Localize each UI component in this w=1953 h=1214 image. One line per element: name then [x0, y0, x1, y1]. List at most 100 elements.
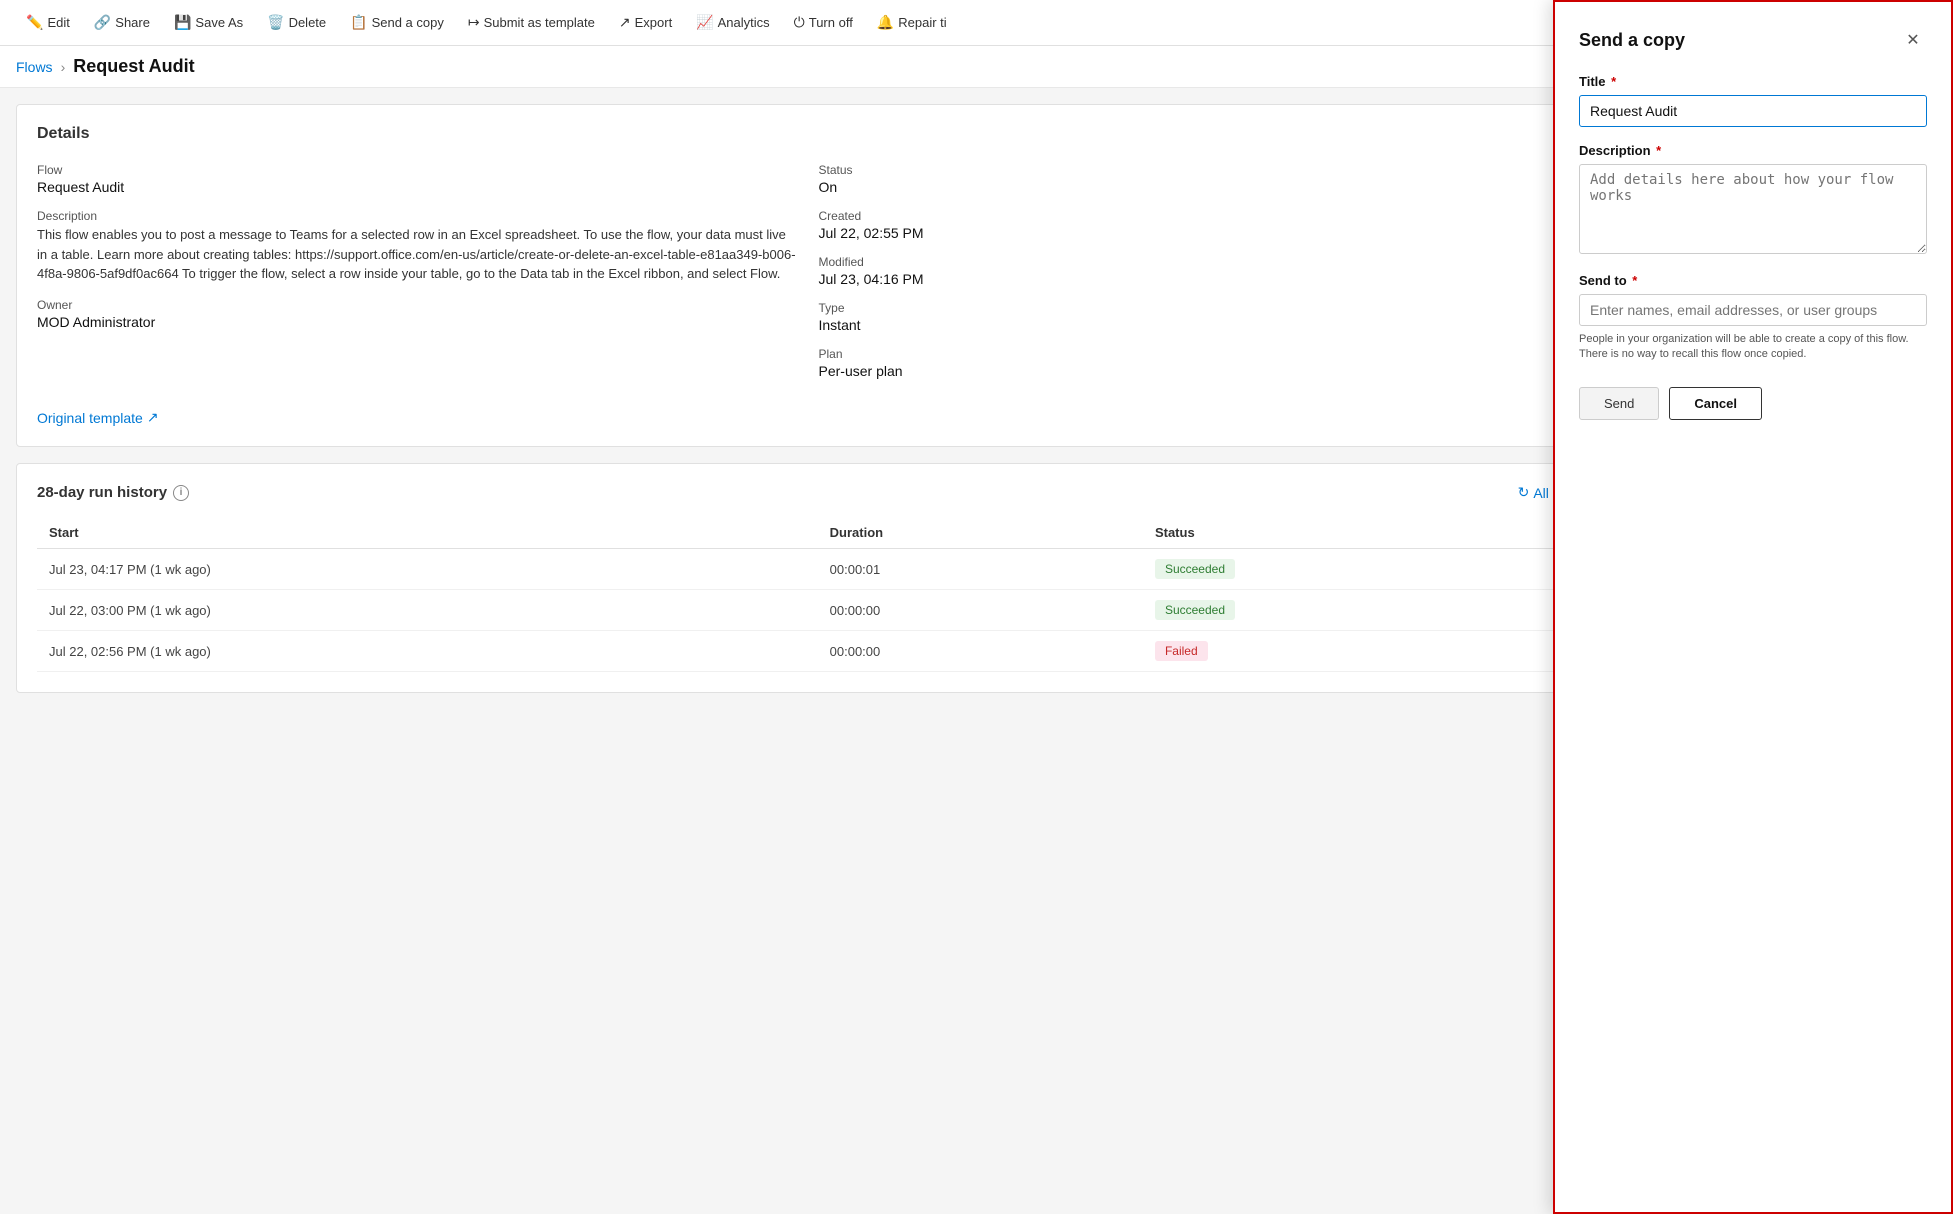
- toolbar-analytics[interactable]: 📈 Analytics: [686, 8, 779, 37]
- detail-owner-value: MOD Administrator: [37, 314, 799, 330]
- detail-modified-value: Jul 23, 04:16 PM: [819, 271, 1581, 287]
- run-history-body: Jul 23, 04:17 PM (1 wk ago)00:00:01Succe…: [37, 549, 1580, 672]
- detail-modified-label: Modified: [819, 255, 1581, 269]
- delete-icon: 🗑️: [267, 14, 284, 31]
- detail-owner-label: Owner: [37, 298, 799, 312]
- breadcrumb-current: Request Audit: [73, 56, 194, 77]
- cell-start: Jul 23, 04:17 PM (1 wk ago): [37, 549, 818, 590]
- analytics-icon: 📈: [696, 14, 713, 31]
- toolbar-analytics-label: Analytics: [718, 15, 770, 30]
- table-row: Jul 22, 03:00 PM (1 wk ago)00:00:00Succe…: [37, 590, 1580, 631]
- toolbar-export-label: Export: [635, 15, 673, 30]
- submit-template-icon: ↦: [468, 14, 480, 31]
- cancel-button[interactable]: Cancel: [1669, 387, 1762, 420]
- send-to-required-star: *: [1632, 273, 1637, 288]
- edit-icon: ✏️: [26, 14, 43, 31]
- panel-buttons: Send Cancel: [1579, 387, 1927, 420]
- send-to-form-group: Send to * People in your organization wi…: [1579, 273, 1927, 363]
- title-label-text: Title: [1579, 74, 1606, 89]
- run-history-header: 28-day run history i ↻ All runs: [37, 484, 1580, 501]
- detail-description: Description This flow enables you to pos…: [37, 209, 799, 284]
- details-card: Details Edit Flow Request Audit Descript…: [16, 104, 1601, 447]
- title-label: Title *: [1579, 74, 1927, 89]
- original-template-label: Original template: [37, 410, 143, 426]
- toolbar-share[interactable]: 🔗 Share: [84, 8, 160, 37]
- toolbar-export[interactable]: ↗ Export: [609, 8, 682, 37]
- description-label-text: Description: [1579, 143, 1651, 158]
- description-label: Description *: [1579, 143, 1927, 158]
- table-row: Jul 23, 04:17 PM (1 wk ago)00:00:01Succe…: [37, 549, 1580, 590]
- details-left-col: Flow Request Audit Description This flow…: [37, 163, 799, 393]
- title-input[interactable]: [1579, 95, 1927, 127]
- toolbar-repair-label: Repair ti: [898, 15, 946, 30]
- col-status: Status: [1143, 517, 1580, 549]
- detail-flow-value: Request Audit: [37, 179, 799, 195]
- detail-plan-label: Plan: [819, 347, 1581, 361]
- details-card-header: Details Edit: [37, 125, 1580, 143]
- detail-plan-value: Per-user plan: [819, 363, 1581, 379]
- breadcrumb-separator: ›: [61, 59, 66, 75]
- breadcrumb-parent[interactable]: Flows: [16, 59, 53, 75]
- detail-created-value: Jul 22, 02:55 PM: [819, 225, 1581, 241]
- toolbar-submit-template-label: Submit as template: [484, 15, 595, 30]
- run-history-table: Start Duration Status Jul 23, 04:17 PM (…: [37, 517, 1580, 672]
- detail-created-label: Created: [819, 209, 1581, 223]
- detail-status: Status On: [819, 163, 1581, 195]
- export-icon: ↗: [619, 14, 631, 31]
- detail-flow-label: Flow: [37, 163, 799, 177]
- toolbar-save-as-label: Save As: [195, 15, 243, 30]
- run-table-header: Start Duration Status: [37, 517, 1580, 549]
- description-textarea[interactable]: [1579, 164, 1927, 254]
- send-to-label: Send to *: [1579, 273, 1927, 288]
- send-to-hint: People in your organization will be able…: [1579, 332, 1927, 363]
- toolbar-share-label: Share: [115, 15, 150, 30]
- cell-duration: 00:00:00: [818, 590, 1143, 631]
- send-copy-icon: 📋: [350, 14, 367, 31]
- table-row: Jul 22, 02:56 PM (1 wk ago)00:00:00Faile…: [37, 631, 1580, 672]
- toolbar-edit[interactable]: ✏️ Edit: [16, 8, 80, 37]
- description-required-star: *: [1656, 143, 1661, 158]
- cell-status: Failed: [1143, 631, 1580, 672]
- cell-status: Succeeded: [1143, 549, 1580, 590]
- toolbar-delete-label: Delete: [289, 15, 327, 30]
- send-to-input[interactable]: [1579, 294, 1927, 326]
- cell-start: Jul 22, 02:56 PM (1 wk ago): [37, 631, 818, 672]
- external-link-icon: ↗: [147, 409, 159, 426]
- send-button[interactable]: Send: [1579, 387, 1659, 420]
- run-history-title: 28-day run history i: [37, 484, 189, 501]
- description-form-group: Description *: [1579, 143, 1927, 257]
- col-duration: Duration: [818, 517, 1143, 549]
- detail-type-value: Instant: [819, 317, 1581, 333]
- original-template-link[interactable]: Original template ↗: [37, 409, 1580, 426]
- status-badge: Succeeded: [1155, 559, 1235, 579]
- share-icon: 🔗: [94, 14, 111, 31]
- toolbar-send-copy[interactable]: 📋 Send a copy: [340, 8, 454, 37]
- send-to-label-text: Send to: [1579, 273, 1627, 288]
- detail-status-value: On: [819, 179, 1581, 195]
- toolbar-delete[interactable]: 🗑️ Delete: [257, 8, 336, 37]
- detail-owner: Owner MOD Administrator: [37, 298, 799, 330]
- run-history-title-text: 28-day run history: [37, 484, 167, 501]
- panel-title: Send a copy: [1579, 30, 1685, 51]
- detail-plan: Plan Per-user plan: [819, 347, 1581, 379]
- detail-description-label: Description: [37, 209, 799, 223]
- info-icon[interactable]: i: [173, 485, 189, 501]
- cell-status: Succeeded: [1143, 590, 1580, 631]
- detail-status-label: Status: [819, 163, 1581, 177]
- detail-flow: Flow Request Audit: [37, 163, 799, 195]
- details-grid: Flow Request Audit Description This flow…: [37, 163, 1580, 393]
- toolbar-send-copy-label: Send a copy: [372, 15, 444, 30]
- left-panel: Details Edit Flow Request Audit Descript…: [16, 104, 1601, 709]
- refresh-icon: ↻: [1518, 484, 1530, 501]
- toolbar-save-as[interactable]: 💾 Save As: [164, 8, 253, 37]
- detail-created: Created Jul 22, 02:55 PM: [819, 209, 1581, 241]
- title-required-star: *: [1611, 74, 1616, 89]
- close-button[interactable]: ✕: [1899, 26, 1927, 54]
- run-history-card: 28-day run history i ↻ All runs Start Du…: [16, 463, 1601, 693]
- toolbar-repair[interactable]: 🔔 Repair ti: [867, 8, 957, 37]
- turn-off-icon: ⏻: [794, 14, 805, 31]
- save-as-icon: 💾: [174, 14, 191, 31]
- toolbar-turn-off[interactable]: ⏻ Turn off: [784, 8, 863, 37]
- title-form-group: Title *: [1579, 74, 1927, 127]
- toolbar-submit-template[interactable]: ↦ Submit as template: [458, 8, 605, 37]
